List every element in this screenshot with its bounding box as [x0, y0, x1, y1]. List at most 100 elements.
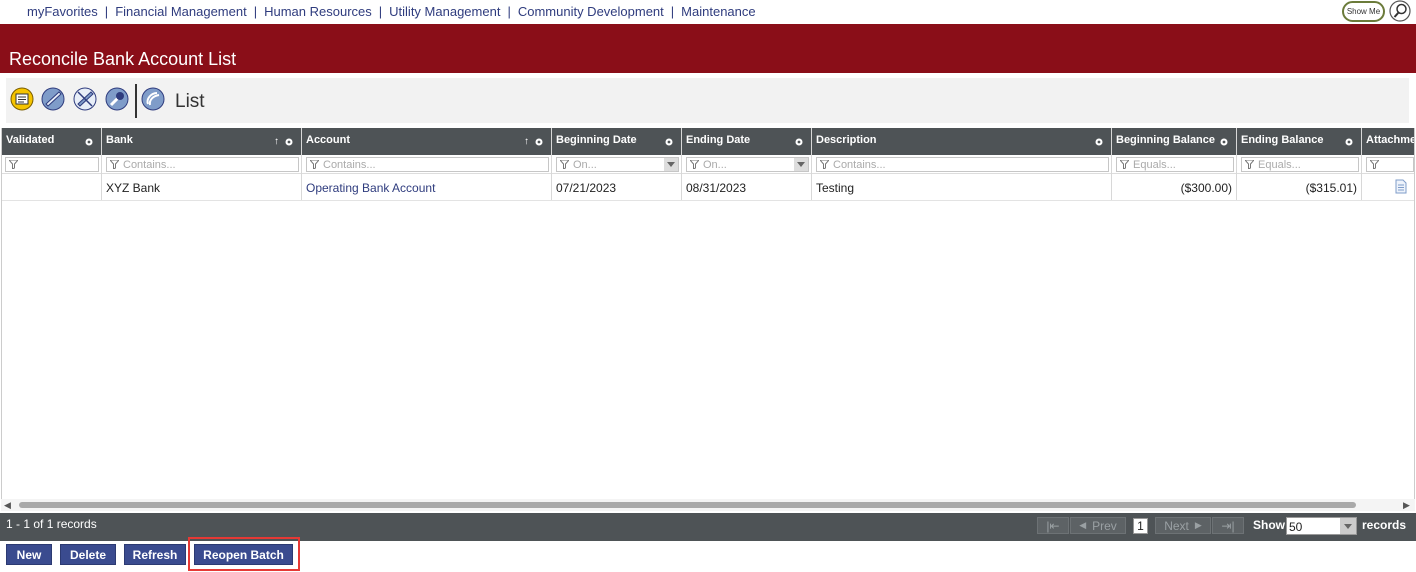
chevron-down-icon[interactable] — [1340, 518, 1356, 534]
show-me-button[interactable]: Show Me — [1342, 1, 1385, 22]
tools-icon[interactable] — [105, 87, 129, 111]
table-row[interactable]: XYZ Bank Operating Bank Account 07/21/20… — [2, 174, 1414, 201]
column-header-attachments[interactable]: Attachme — [1362, 128, 1415, 155]
column-header-bank[interactable]: Bank ↑ — [102, 128, 301, 155]
sort-asc-icon[interactable]: ↑ — [524, 136, 529, 147]
toolbar-divider — [135, 84, 137, 118]
nav-financial-management[interactable]: Financial Management — [115, 4, 247, 19]
gear-icon[interactable] — [284, 137, 294, 147]
filter-icon — [110, 160, 119, 169]
gear-icon[interactable] — [1219, 137, 1229, 147]
page-size-value: 50 — [1289, 520, 1303, 534]
next-page-button[interactable]: Next ▶ — [1155, 517, 1211, 534]
column-label: Attachme — [1366, 134, 1415, 146]
filter-ending-balance[interactable]: Equals... — [1241, 157, 1359, 172]
filter-account[interactable]: Contains... — [306, 157, 549, 172]
page-number[interactable]: 1 — [1133, 518, 1148, 534]
unvalidate-icon[interactable] — [73, 87, 97, 111]
filter-icon — [690, 160, 699, 169]
filter-icon — [1120, 160, 1129, 169]
column-label: Ending Balance — [1241, 134, 1324, 146]
nav-utility-management[interactable]: Utility Management — [389, 4, 500, 19]
nav-community-development[interactable]: Community Development — [518, 4, 664, 19]
module-nav: myFavorites | Financial Management | Hum… — [27, 4, 756, 19]
column-label: Beginning Balance — [1116, 134, 1216, 146]
filter-ending-date[interactable]: On... — [686, 157, 809, 172]
column-header-beginning-date[interactable]: Beginning Date — [552, 128, 681, 155]
nav-separator: | — [507, 4, 511, 19]
prev-page-button[interactable]: ◀ Prev — [1070, 517, 1126, 534]
gear-icon[interactable] — [534, 137, 544, 147]
refresh-button[interactable]: Refresh — [124, 544, 186, 565]
column-label: Beginning Date — [556, 134, 637, 146]
toolbar: List — [6, 78, 1409, 123]
page-size-select[interactable]: 50 — [1286, 517, 1357, 535]
filter-placeholder: Contains... — [123, 159, 176, 171]
top-nav: myFavorites | Financial Management | Hum… — [0, 0, 1416, 24]
gear-icon[interactable] — [84, 137, 94, 147]
filter-validated[interactable] — [5, 157, 99, 172]
gear-icon[interactable] — [664, 137, 674, 147]
column-header-ending-date[interactable]: Ending Date — [682, 128, 811, 155]
validate-icon[interactable] — [41, 87, 65, 111]
attachment-icon[interactable] — [1395, 179, 1407, 194]
filter-placeholder: On... — [703, 159, 727, 171]
first-page-button[interactable]: |⇤ — [1037, 517, 1069, 534]
filter-placeholder: Contains... — [323, 159, 376, 171]
column-header-beginning-balance[interactable]: Beginning Balance — [1112, 128, 1236, 155]
nav-human-resources[interactable]: Human Resources — [264, 4, 372, 19]
nav-separator: | — [104, 4, 109, 19]
cell-bank: XYZ Bank — [106, 181, 161, 195]
cell-account-link[interactable]: Operating Bank Account — [306, 181, 435, 195]
prev-arrow-icon: ◀ — [1079, 520, 1087, 530]
record-count: 1 - 1 of 1 records — [6, 517, 97, 531]
column-header-account[interactable]: Account ↑ — [302, 128, 551, 155]
filter-beginning-balance[interactable]: Equals... — [1116, 157, 1234, 172]
nav-myfavorites[interactable]: myFavorites — [27, 4, 98, 19]
scroll-right-icon[interactable]: ▶ — [1403, 500, 1410, 511]
last-page-button[interactable]: ⇥| — [1212, 517, 1244, 534]
summary-icon[interactable] — [10, 87, 34, 111]
filter-placeholder: Equals... — [1133, 159, 1176, 171]
next-arrow-icon: ▶ — [1194, 520, 1202, 530]
last-page-icon: ⇥| — [1221, 518, 1235, 533]
column-header-description[interactable]: Description — [812, 128, 1111, 155]
nav-separator: | — [378, 4, 383, 19]
filter-description[interactable]: Contains... — [816, 157, 1109, 172]
gear-icon[interactable] — [794, 137, 804, 147]
filter-bank[interactable]: Contains... — [106, 157, 299, 172]
nav-separator: | — [253, 4, 258, 19]
column-label: Ending Date — [686, 134, 751, 146]
filter-placeholder: Contains... — [833, 159, 886, 171]
column-header-ending-balance[interactable]: Ending Balance — [1237, 128, 1361, 155]
gear-icon[interactable] — [1344, 137, 1354, 147]
list-view-icon[interactable] — [141, 87, 165, 111]
cell-ending-date: 08/31/2023 — [686, 181, 747, 195]
column-label: Bank — [106, 134, 133, 146]
filter-beginning-date[interactable]: On... — [556, 157, 679, 172]
filter-attachments[interactable] — [1366, 157, 1414, 172]
new-button[interactable]: New — [6, 544, 52, 565]
filter-icon — [1370, 160, 1379, 169]
delete-button[interactable]: Delete — [60, 544, 116, 565]
filter-icon — [9, 160, 18, 169]
filter-row: Contains... Contains... On... On... Cont… — [2, 155, 1414, 174]
dropdown-arrow-icon[interactable] — [794, 158, 808, 171]
column-header-validated[interactable]: Validated — [2, 128, 101, 155]
cell-beginning-date: 07/21/2023 — [556, 181, 617, 195]
filter-placeholder: On... — [573, 159, 597, 171]
sort-asc-icon[interactable]: ↑ — [274, 136, 279, 147]
filter-icon — [560, 160, 569, 169]
search-icon[interactable] — [1389, 0, 1411, 22]
page-header: Reconcile Bank Account List — [0, 24, 1416, 73]
cell-description: Testing — [816, 181, 855, 195]
dropdown-arrow-icon[interactable] — [664, 158, 678, 171]
cell-ending-balance: ($315.01) — [1305, 181, 1357, 195]
scroll-left-icon[interactable]: ◀ — [4, 500, 11, 511]
gear-icon[interactable] — [1094, 137, 1104, 147]
filter-icon — [1245, 160, 1254, 169]
nav-maintenance[interactable]: Maintenance — [681, 4, 755, 19]
horizontal-scrollbar[interactable]: ◀ ▶ — [1, 499, 1415, 511]
show-label: Show — [1253, 518, 1285, 532]
scrollbar-thumb[interactable] — [19, 502, 1356, 508]
